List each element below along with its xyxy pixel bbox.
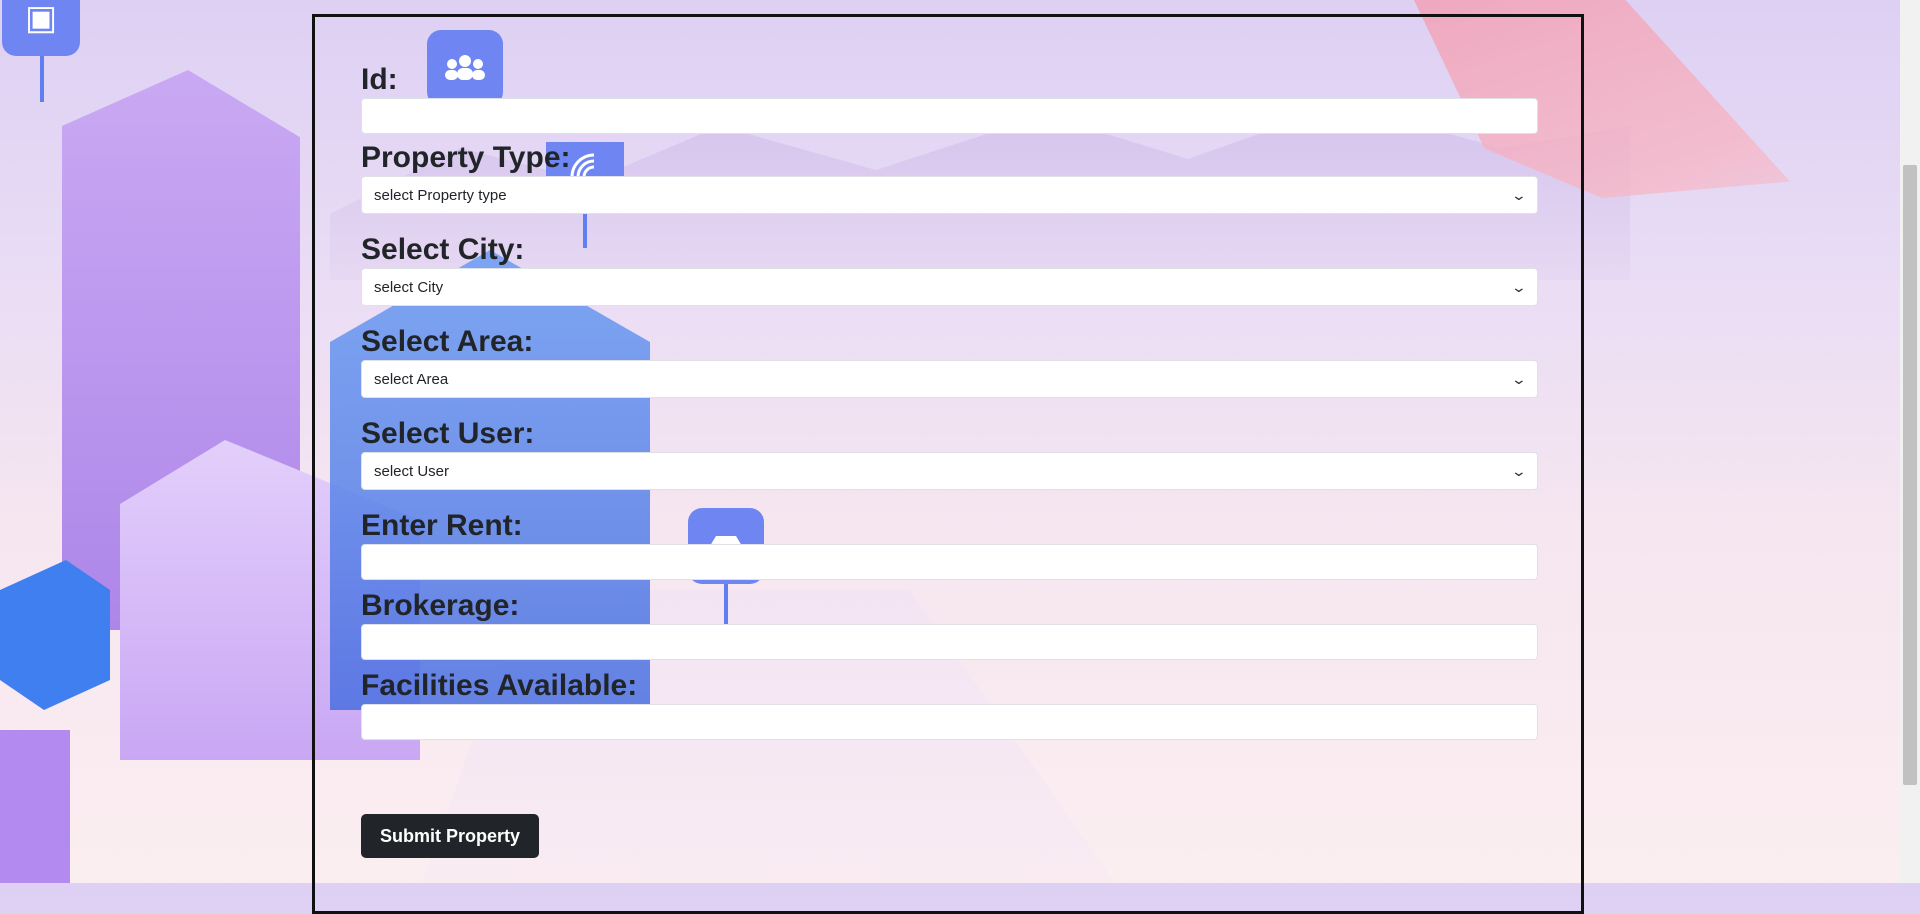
id-input[interactable] [361, 98, 1538, 134]
city-selected: select City [374, 278, 444, 296]
property-type-selected: select Property type [374, 186, 507, 204]
pin-stem [40, 56, 44, 102]
chevron-down-icon: ⌄ [1510, 370, 1528, 387]
property-form: Id: Property Type: select Property type … [361, 62, 1538, 740]
facilities-input[interactable] [361, 704, 1538, 740]
city-label: Select City: [361, 233, 525, 266]
user-selected: select User [374, 462, 450, 480]
property-type-select[interactable]: select Property type ⌄ [361, 176, 1538, 214]
brokerage-label: Brokerage: [361, 589, 520, 622]
city-select[interactable]: select City ⌄ [361, 268, 1538, 306]
user-select[interactable]: select User ⌄ [361, 452, 1538, 490]
rent-input[interactable] [361, 544, 1538, 580]
area-label: Select Area: [361, 325, 534, 358]
area-select[interactable]: select Area ⌄ [361, 360, 1538, 398]
chevron-down-icon: ⌄ [1510, 278, 1528, 295]
id-label: Id: [361, 63, 398, 96]
scrollbar-track[interactable] [1900, 0, 1920, 883]
facilities-label: Facilities Available: [361, 669, 638, 702]
scrollbar-thumb[interactable] [1903, 165, 1917, 785]
rent-label: Enter Rent: [361, 509, 523, 542]
video-icon: ▣ [2, 0, 80, 56]
property-type-label: Property Type: [361, 141, 571, 174]
area-selected: select Area [374, 370, 449, 388]
background-building-small [0, 730, 70, 883]
background-cube [0, 560, 110, 710]
submit-property-button[interactable]: Submit Property [361, 814, 539, 858]
chevron-down-icon: ⌄ [1510, 462, 1528, 479]
user-label: Select User: [361, 417, 535, 450]
chevron-down-icon: ⌄ [1510, 186, 1528, 203]
brokerage-input[interactable] [361, 624, 1538, 660]
